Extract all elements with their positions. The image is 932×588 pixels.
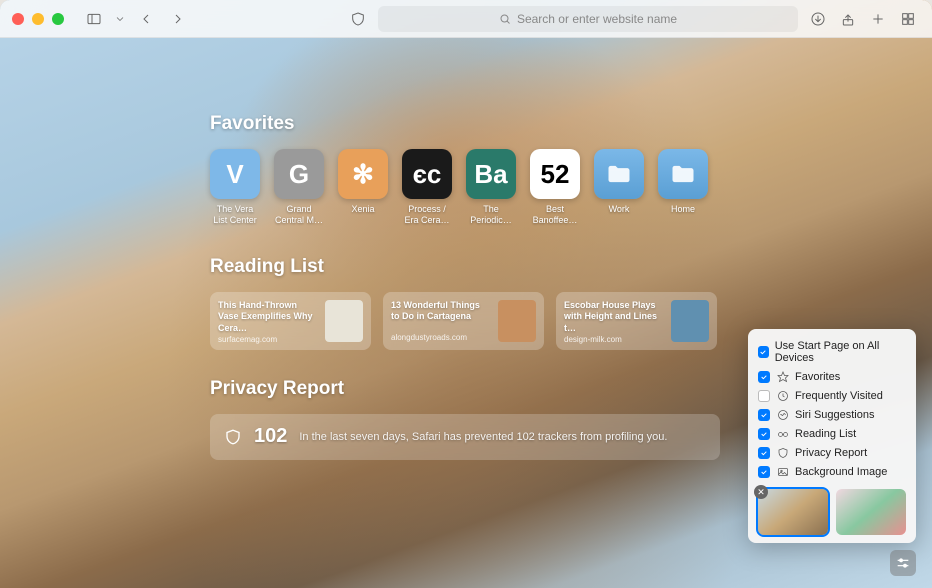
settings-option-label: Use Start Page on All Devices — [775, 340, 906, 364]
favorite-item[interactable]: Ba The Periodic… — [466, 149, 516, 226]
settings-option[interactable]: Reading List — [756, 424, 908, 443]
new-tab-button[interactable] — [866, 7, 890, 31]
settings-option-label: Frequently Visited — [795, 390, 883, 402]
reading-list-item[interactable]: Escobar House Plays with Height and Line… — [556, 292, 717, 350]
reading-item-source: surfacemag.com — [218, 335, 317, 344]
favorite-item[interactable]: Home — [658, 149, 708, 226]
address-placeholder: Search or enter website name — [517, 12, 677, 26]
window-controls — [12, 13, 64, 25]
privacy-shield-icon[interactable] — [346, 7, 370, 31]
favorite-label: The Periodic… — [466, 204, 516, 226]
favorite-label: Grand Central M… — [274, 204, 324, 226]
settings-option-label: Siri Suggestions — [795, 409, 875, 421]
reading-list-item[interactable]: This Hand-Thrown Vase Exemplifies Why Ce… — [210, 292, 371, 350]
fullscreen-window-button[interactable] — [52, 13, 64, 25]
reading-item-source: design-milk.com — [564, 335, 663, 344]
remove-background-icon[interactable]: ✕ — [754, 485, 768, 499]
forward-button[interactable] — [166, 7, 190, 31]
settings-option-label: Favorites — [795, 371, 840, 383]
settings-option[interactable]: Siri Suggestions — [756, 405, 908, 424]
star-icon — [776, 370, 789, 383]
settings-option-label: Background Image — [795, 466, 887, 478]
reading-item-thumbnail — [325, 300, 363, 342]
clock-icon — [776, 389, 789, 402]
checkbox[interactable] — [758, 346, 769, 358]
minimize-window-button[interactable] — [32, 13, 44, 25]
background-option-2[interactable] — [836, 489, 906, 535]
favorite-item[interactable]: ✻ Xenia — [338, 149, 388, 226]
favorites-grid: V The Vera List Center G Grand Central M… ✻ X… — [210, 149, 932, 226]
favorite-item[interactable]: 52 Best Banoffee… — [530, 149, 580, 226]
toolbar: Search or enter website name — [0, 0, 932, 38]
checkbox[interactable] — [758, 371, 770, 383]
tracker-count: 102 — [254, 425, 287, 448]
site-icon: V — [210, 149, 260, 199]
site-icon: єс — [402, 149, 452, 199]
favorite-item[interactable]: Work — [594, 149, 644, 226]
reading-item-title: Escobar House Plays with Height and Line… — [564, 300, 663, 335]
glasses-icon — [776, 427, 789, 440]
downloads-button[interactable] — [806, 7, 830, 31]
sidebar-dropdown-icon[interactable] — [114, 7, 126, 31]
checkbox[interactable] — [758, 428, 770, 440]
reading-item-title: 13 Wonderful Things to Do in Cartagena — [391, 300, 490, 323]
settings-option-label: Privacy Report — [795, 447, 867, 459]
start-page-settings-panel: Use Start Page on All Devices Favorites Fr… — [748, 329, 916, 543]
settings-option[interactable]: Frequently Visited — [756, 386, 908, 405]
favorite-label: Best Banoffee… — [530, 204, 580, 226]
siri-icon — [776, 408, 789, 421]
settings-option[interactable]: Favorites — [756, 367, 908, 386]
favorite-label: The Vera List Center — [210, 204, 260, 226]
favorite-label: Xenia — [351, 204, 374, 215]
reading-item-thumbnail — [671, 300, 709, 342]
favorite-item[interactable]: V The Vera List Center — [210, 149, 260, 226]
customize-start-page-button[interactable] — [890, 550, 916, 576]
background-option-1[interactable]: ✕ — [758, 489, 828, 535]
settings-option[interactable]: Privacy Report — [756, 443, 908, 462]
favorite-label: Home — [671, 204, 695, 215]
background-thumbnails: ✕ — [756, 489, 908, 535]
tab-overview-button[interactable] — [896, 7, 920, 31]
shield-icon — [224, 428, 242, 446]
reading-item-source: alongdustyroads.com — [391, 333, 490, 342]
favorite-label: Work — [609, 204, 630, 215]
site-icon: Ba — [466, 149, 516, 199]
checkbox[interactable] — [758, 447, 770, 459]
shield-icon — [776, 446, 789, 459]
settings-option-label: Reading List — [795, 428, 856, 440]
checkbox[interactable] — [758, 390, 770, 402]
reading-list-heading: Reading List — [210, 256, 932, 278]
privacy-description: In the last seven days, Safari has preve… — [299, 431, 667, 443]
address-bar[interactable]: Search or enter website name — [378, 6, 798, 32]
close-window-button[interactable] — [12, 13, 24, 25]
favorite-item[interactable]: єс Process / Era Cera… — [402, 149, 452, 226]
privacy-report-card[interactable]: 102 In the last seven days, Safari has p… — [210, 414, 720, 460]
reading-list-item[interactable]: 13 Wonderful Things to Do in Cartagena al… — [383, 292, 544, 350]
reading-item-title: This Hand-Thrown Vase Exemplifies Why Ce… — [218, 300, 317, 335]
favorite-item[interactable]: G Grand Central M… — [274, 149, 324, 226]
folder-icon — [594, 149, 644, 199]
checkbox[interactable] — [758, 409, 770, 421]
settings-option[interactable]: Background Image — [756, 462, 908, 481]
folder-icon — [658, 149, 708, 199]
settings-option[interactable]: Use Start Page on All Devices — [756, 337, 908, 367]
back-button[interactable] — [134, 7, 158, 31]
reading-item-thumbnail — [498, 300, 536, 342]
image-icon — [776, 465, 789, 478]
sidebar-toggle-button[interactable] — [82, 7, 106, 31]
site-icon: 52 — [530, 149, 580, 199]
share-button[interactable] — [836, 7, 860, 31]
favorite-label: Process / Era Cera… — [402, 204, 452, 226]
site-icon: ✻ — [338, 149, 388, 199]
favorites-heading: Favorites — [210, 113, 932, 135]
site-icon: G — [274, 149, 324, 199]
checkbox[interactable] — [758, 466, 770, 478]
